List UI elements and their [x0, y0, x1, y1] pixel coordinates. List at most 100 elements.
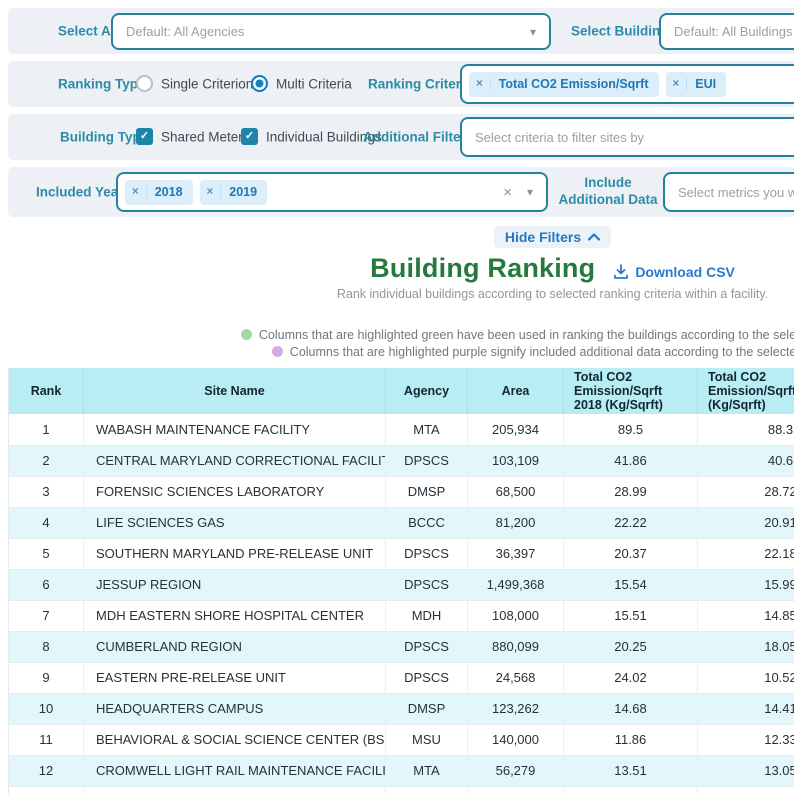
table-cell: 14.68 — [564, 693, 698, 724]
download-csv-button[interactable]: Download CSV — [613, 264, 735, 280]
table-cell: 24,568 — [468, 662, 564, 693]
select-building-label: Select Building — [571, 24, 669, 39]
table-cell: JESSUP REGION — [84, 569, 386, 600]
table-cell: 13.05 — [698, 755, 794, 786]
filter-row-years: Included Years ×2018 ×2019 × ▾ Include A… — [8, 167, 794, 217]
ranking-type-label: Ranking Type — [58, 77, 146, 92]
table-cell: 12 — [9, 755, 84, 786]
table-cell: 1,499,368 — [468, 569, 564, 600]
additional-filters-input[interactable]: Select criteria to filter sites by — [460, 117, 794, 157]
table-cell: 140,000 — [468, 724, 564, 755]
table-cell: 18.05 — [698, 631, 794, 662]
table-cell: FORENSIC SCIENCES LABORATORY — [84, 476, 386, 507]
checkbox-shared-meters[interactable]: ✓ — [136, 128, 153, 145]
table-cell: DMSP — [386, 693, 468, 724]
column-header: Area — [468, 368, 564, 414]
table-cell: 12.33 — [698, 724, 794, 755]
table-cell: 56,279 — [468, 755, 564, 786]
table-row: 11BEHAVIORAL & SOCIAL SCIENCE CENTER (BS… — [9, 724, 794, 755]
legend: Columns that are highlighted green have … — [0, 326, 794, 360]
table-cell: 15.54 — [564, 569, 698, 600]
table-cell: CUMBERLAND REGION — [84, 631, 386, 662]
table-cell: 81,200 — [468, 507, 564, 538]
table-cell: 41.86 — [564, 445, 698, 476]
table-cell: 88.3 — [698, 414, 794, 445]
clear-selection-icon[interactable]: × — [503, 184, 512, 201]
purple-dot-icon — [272, 346, 283, 357]
table-row: 9EASTERN PRE-RELEASE UNITDPSCS24,56824.0… — [9, 662, 794, 693]
radio-multi-criteria-label[interactable]: Multi Criteria — [276, 77, 352, 92]
table-cell: 1 — [9, 414, 84, 445]
criteria-tag: × Total CO2 Emission/Sqrft — [469, 72, 659, 97]
radio-single-criterion-label[interactable]: Single Criterion — [161, 77, 253, 92]
table-cell: 15.51 — [564, 600, 698, 631]
table-cell: DMSP — [386, 476, 468, 507]
table-cell: 880,099 — [468, 631, 564, 662]
remove-tag-icon[interactable]: × — [666, 78, 688, 90]
included-years-multiselect[interactable]: ×2018 ×2019 × ▾ — [116, 172, 548, 212]
table-row: 8CUMBERLAND REGIONDPSCS880,09920.2518.05 — [9, 631, 794, 662]
radio-multi-criteria[interactable] — [251, 75, 268, 92]
chevron-down-icon[interactable]: ▾ — [530, 25, 536, 39]
download-icon — [613, 264, 629, 280]
remove-tag-icon[interactable]: × — [200, 186, 222, 198]
column-header: Agency — [386, 368, 468, 414]
criteria-tag-label: Total CO2 Emission/Sqrft — [499, 77, 649, 91]
table-row: 12CROMWELL LIGHT RAIL MAINTENANCE FACILI… — [9, 755, 794, 786]
chevron-up-icon — [588, 233, 600, 241]
table-cell — [468, 786, 564, 794]
remove-tag-icon[interactable]: × — [125, 186, 147, 198]
table-cell — [386, 786, 468, 794]
select-building-dropdown[interactable]: Default: All Buildings — [659, 13, 794, 50]
table-cell: MTA — [386, 755, 468, 786]
table-cell: CENTRAL MARYLAND CORRECTIONAL FACILITY — [84, 445, 386, 476]
table-cell: MTA — [386, 414, 468, 445]
table-cell: 11 — [9, 724, 84, 755]
table-cell: 11.86 — [564, 724, 698, 755]
table-cell: LIFE SCIENCES GAS — [84, 507, 386, 538]
table-cell: EASTERN PRE-RELEASE UNIT — [84, 662, 386, 693]
select-agency-dropdown[interactable]: Default: All Agencies ▾ — [111, 13, 551, 50]
building-ranking-table: RankSite NameAgencyAreaTotal CO2 Emissio… — [8, 368, 794, 794]
remove-tag-icon[interactable]: × — [469, 78, 491, 90]
table-cell: 9 — [9, 662, 84, 693]
table-cell: MDH EASTERN SHORE HOSPITAL CENTER — [84, 600, 386, 631]
additional-filters-label: Additional Filters — [363, 130, 473, 145]
table-cell: DPSCS — [386, 538, 468, 569]
hide-filters-button[interactable]: Hide Filters — [494, 226, 611, 248]
legend-purple-text: Columns that are highlighted purple sign… — [290, 345, 794, 359]
table-cell — [564, 786, 698, 794]
table-cell: DPSCS — [386, 445, 468, 476]
year-tag: ×2018 — [125, 180, 193, 205]
filter-row-ranking: Ranking Type Single Criterion Multi Crit… — [8, 61, 794, 107]
table-row: 6JESSUP REGIONDPSCS1,499,36815.5415.99 — [9, 569, 794, 600]
table-cell — [698, 786, 794, 794]
table-cell: 14.41 — [698, 693, 794, 724]
table-cell: 28.99 — [564, 476, 698, 507]
include-additional-data-label: Include Additional Data — [556, 175, 660, 209]
table-cell: 22.18 — [698, 538, 794, 569]
include-additional-data-input[interactable]: Select metrics you would like to s — [663, 172, 794, 212]
radio-single-criterion[interactable] — [136, 75, 153, 92]
table-cell: 6 — [9, 569, 84, 600]
filter-row-agency-building: Select Agency Default: All Agencies ▾ Se… — [8, 8, 794, 54]
table-cell: 20.37 — [564, 538, 698, 569]
column-header: Total CO2 Emission/Sqrft 2019 (Kg/Sqrft) — [698, 368, 794, 414]
table-row: 10HEADQUARTERS CAMPUSDMSP123,26214.6814.… — [9, 693, 794, 724]
table-cell: 28.72 — [698, 476, 794, 507]
table-cell: BEHAVIORAL & SOCIAL SCIENCE CENTER (BSSC… — [84, 724, 386, 755]
table-cell: 13.51 — [564, 755, 698, 786]
ranking-criteria-multiselect[interactable]: ×Total CO2 Emission/Sqrft ×EUI — [460, 64, 794, 104]
page-title: Building Ranking — [370, 253, 595, 284]
checkbox-individual-buildings[interactable]: ✓ — [241, 128, 258, 145]
hide-filters-label: Hide Filters — [505, 229, 581, 245]
chevron-down-icon[interactable]: ▾ — [527, 185, 533, 199]
table-cell: 20.91 — [698, 507, 794, 538]
table-cell: 4 — [9, 507, 84, 538]
table-cell: 10 — [9, 693, 84, 724]
app-viewport: Select Agency Default: All Agencies ▾ Se… — [0, 0, 794, 794]
table-cell: 24.02 — [564, 662, 698, 693]
table-row: 7MDH EASTERN SHORE HOSPITAL CENTERMDH108… — [9, 600, 794, 631]
table-cell: 15.99 — [698, 569, 794, 600]
checkbox-shared-meters-label[interactable]: Shared Meters — [161, 130, 250, 145]
